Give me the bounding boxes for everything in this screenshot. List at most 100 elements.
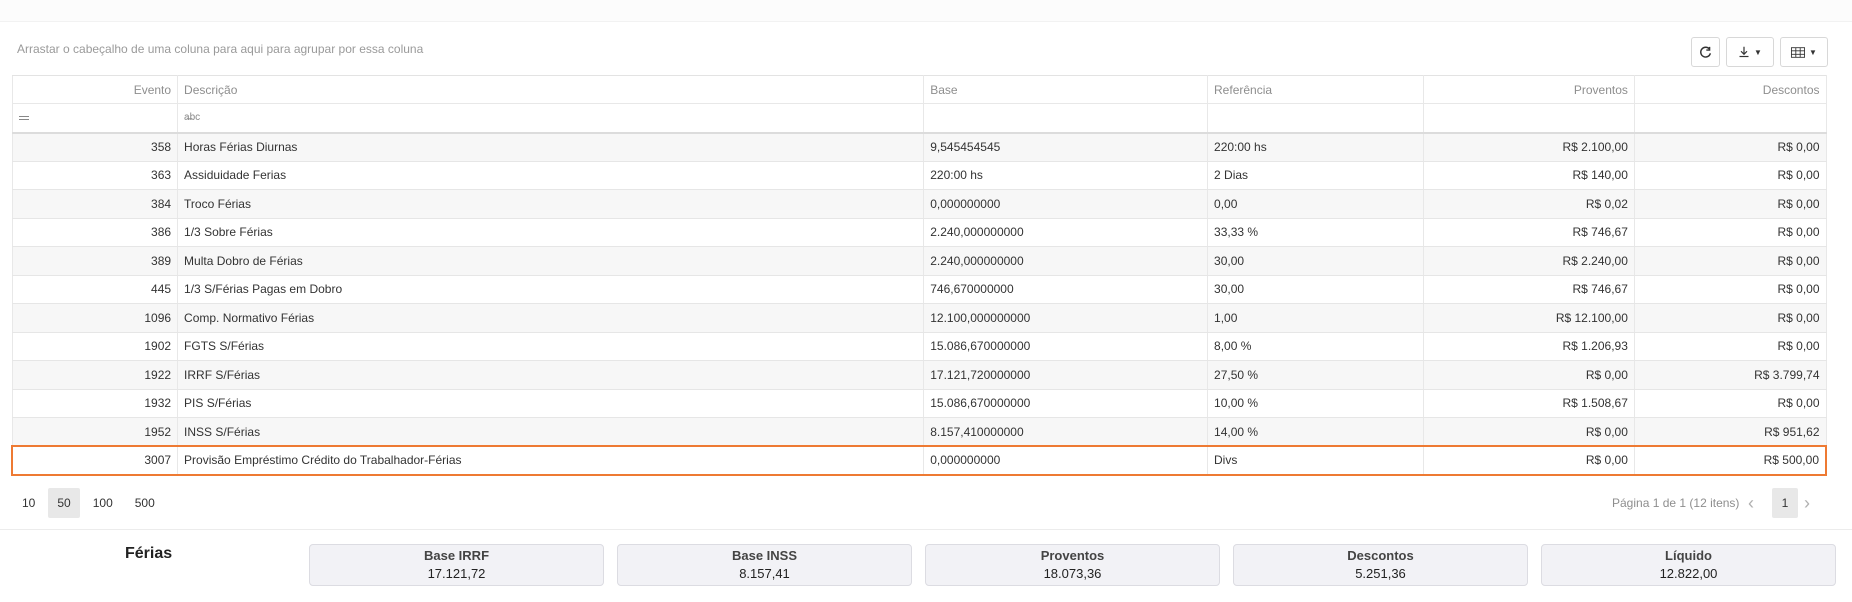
cell-descontos: R$ 0,00	[1633, 332, 1827, 361]
cell-descontos: R$ 0,00	[1633, 132, 1827, 162]
column-header-descricao[interactable]: Descrição	[177, 75, 925, 104]
filter-cell-evento[interactable]	[11, 103, 179, 134]
cell-descricao: Assiduidade Ferias	[177, 161, 925, 190]
card-label: Base INSS	[731, 548, 798, 563]
cell-descontos: R$ 0,00	[1633, 161, 1827, 190]
table-row[interactable]: 384 Troco Férias 0,000000000 0,00 R$ 0,0…	[11, 189, 1827, 219]
page-size-selector: 10 50 100 500	[13, 488, 164, 518]
card-label: Proventos	[1040, 548, 1105, 563]
cell-evento: 1922	[11, 360, 179, 390]
page-size-option[interactable]: 100	[84, 488, 122, 518]
table-row[interactable]: 1952 INSS S/Férias 8.157,410000000 14,00…	[11, 417, 1827, 447]
column-header-referencia[interactable]: Referência	[1207, 75, 1425, 104]
card-label: Líquido	[1665, 548, 1712, 563]
page-size-option[interactable]: 10	[13, 488, 44, 518]
card-value: 8.157,41	[739, 566, 790, 581]
table-row[interactable]: 445 1/3 S/Férias Pagas em Dobro 746,6700…	[11, 275, 1827, 304]
summary-card-proventos: Proventos 18.073,36	[925, 544, 1220, 586]
chevron-down-icon: ▼	[1809, 47, 1817, 57]
summary-card-liquido: Líquido 12.822,00	[1541, 544, 1836, 586]
card-label: Descontos	[1347, 548, 1414, 563]
cell-evento: 445	[11, 275, 179, 304]
filter-operation-icon[interactable]	[18, 115, 29, 120]
table-row-selected[interactable]: 3007 Provisão Empréstimo Crédito do Trab…	[11, 445, 1827, 476]
cell-base: 12.100,000000000	[923, 303, 1209, 333]
table-row[interactable]: 386 1/3 Sobre Férias 2.240,000000000 33,…	[11, 218, 1827, 247]
text-filter-icon[interactable]: a̶bc	[184, 112, 200, 123]
download-icon	[1739, 46, 1749, 58]
cell-descricao: Horas Férias Diurnas	[177, 132, 925, 162]
cell-descricao: Multa Dobro de Férias	[177, 246, 925, 276]
cell-base: 0,000000000	[923, 189, 1209, 219]
cell-evento: 1902	[11, 332, 179, 361]
cell-descricao: 1/3 Sobre Férias	[177, 218, 925, 247]
chevron-down-icon: ▼	[1754, 47, 1762, 57]
cell-proventos: R$ 0,00	[1423, 360, 1635, 390]
export-button[interactable]: ▼	[1726, 37, 1774, 67]
column-header-evento[interactable]: Evento	[11, 75, 179, 104]
table-row[interactable]: 1922 IRRF S/Férias 17.121,720000000 27,5…	[11, 360, 1827, 390]
cell-descricao: Comp. Normativo Férias	[177, 303, 925, 333]
page-size-option-active[interactable]: 50	[48, 488, 80, 518]
cell-base: 746,670000000	[923, 275, 1209, 304]
cell-evento: 384	[11, 189, 179, 219]
cell-descricao: Troco Férias	[177, 189, 925, 219]
cell-proventos: R$ 2.240,00	[1423, 246, 1635, 276]
cell-descontos: R$ 3.799,74	[1633, 360, 1827, 390]
cell-referencia: 14,00 %	[1207, 417, 1425, 447]
filter-cell-descontos[interactable]	[1633, 103, 1827, 134]
card-value: 5.251,36	[1355, 566, 1406, 581]
filter-cell-referencia[interactable]	[1207, 103, 1425, 134]
chevron-right-icon[interactable]: ›	[1804, 488, 1810, 518]
table-row[interactable]: 358 Horas Férias Diurnas 9,545454545 220…	[11, 132, 1827, 162]
filter-cell-proventos[interactable]	[1423, 103, 1635, 134]
header-row: Evento Descrição Base Referência Provent…	[11, 75, 1827, 104]
cell-descricao: PIS S/Férias	[177, 389, 925, 418]
cell-referencia: 2 Dias	[1207, 161, 1425, 190]
column-chooser-button[interactable]: ▼	[1780, 37, 1828, 67]
column-chooser-icon	[1791, 46, 1806, 58]
cell-proventos: R$ 0,02	[1423, 189, 1635, 219]
column-header-descontos[interactable]: Descontos	[1633, 75, 1827, 104]
refresh-button[interactable]	[1691, 37, 1720, 67]
cell-descricao: Provisão Empréstimo Crédito do Trabalhad…	[177, 445, 925, 476]
cell-proventos: R$ 0,00	[1423, 445, 1635, 476]
summary-title: Férias	[125, 545, 173, 562]
refresh-icon	[1700, 46, 1712, 58]
table-row[interactable]: 1096 Comp. Normativo Férias 12.100,00000…	[11, 303, 1827, 333]
table-row[interactable]: 389 Multa Dobro de Férias 2.240,00000000…	[11, 246, 1827, 276]
filter-cell-descricao[interactable]: a̶bc	[177, 103, 925, 134]
cell-base: 15.086,670000000	[923, 389, 1209, 418]
cell-descontos: R$ 0,00	[1633, 189, 1827, 219]
cell-base: 2.240,000000000	[923, 246, 1209, 276]
table-row[interactable]: 363 Assiduidade Ferias 220:00 hs 2 Dias …	[11, 161, 1827, 190]
cell-proventos: R$ 1.508,67	[1423, 389, 1635, 418]
pager-info: Página 1 de 1 (12 itens)	[1612, 496, 1740, 510]
cell-descontos: R$ 951,62	[1633, 417, 1827, 447]
data-grid: Evento Descrição Base Referência Provent…	[11, 75, 1827, 476]
table-row[interactable]: 1902 FGTS S/Férias 15.086,670000000 8,00…	[11, 332, 1827, 361]
cell-proventos: R$ 746,67	[1423, 275, 1635, 304]
table-row[interactable]: 1932 PIS S/Férias 15.086,670000000 10,00…	[11, 389, 1827, 418]
summary-card-descontos: Descontos 5.251,36	[1233, 544, 1528, 586]
cell-proventos: R$ 2.100,00	[1423, 132, 1635, 162]
card-value: 18.073,36	[1043, 566, 1102, 581]
page-number-button[interactable]: 1	[1772, 488, 1798, 518]
cell-referencia: 10,00 %	[1207, 389, 1425, 418]
page-size-option[interactable]: 500	[126, 488, 164, 518]
data-grid-panel: Arrastar o cabeçalho de uma coluna para …	[0, 22, 1852, 530]
cell-descricao: INSS S/Férias	[177, 417, 925, 447]
cell-base: 15.086,670000000	[923, 332, 1209, 361]
filter-row: a̶bc	[11, 103, 1827, 134]
cell-base: 8.157,410000000	[923, 417, 1209, 447]
cell-descontos: R$ 0,00	[1633, 218, 1827, 247]
column-header-base[interactable]: Base	[923, 75, 1209, 104]
column-header-proventos[interactable]: Proventos	[1423, 75, 1635, 104]
cell-referencia: 33,33 %	[1207, 218, 1425, 247]
cell-evento: 1932	[11, 389, 179, 418]
chevron-left-icon[interactable]: ‹	[1748, 488, 1754, 518]
cell-evento: 358	[11, 132, 179, 162]
cell-descricao: 1/3 S/Férias Pagas em Dobro	[177, 275, 925, 304]
cell-base: 2.240,000000000	[923, 218, 1209, 247]
filter-cell-base[interactable]	[923, 103, 1209, 134]
